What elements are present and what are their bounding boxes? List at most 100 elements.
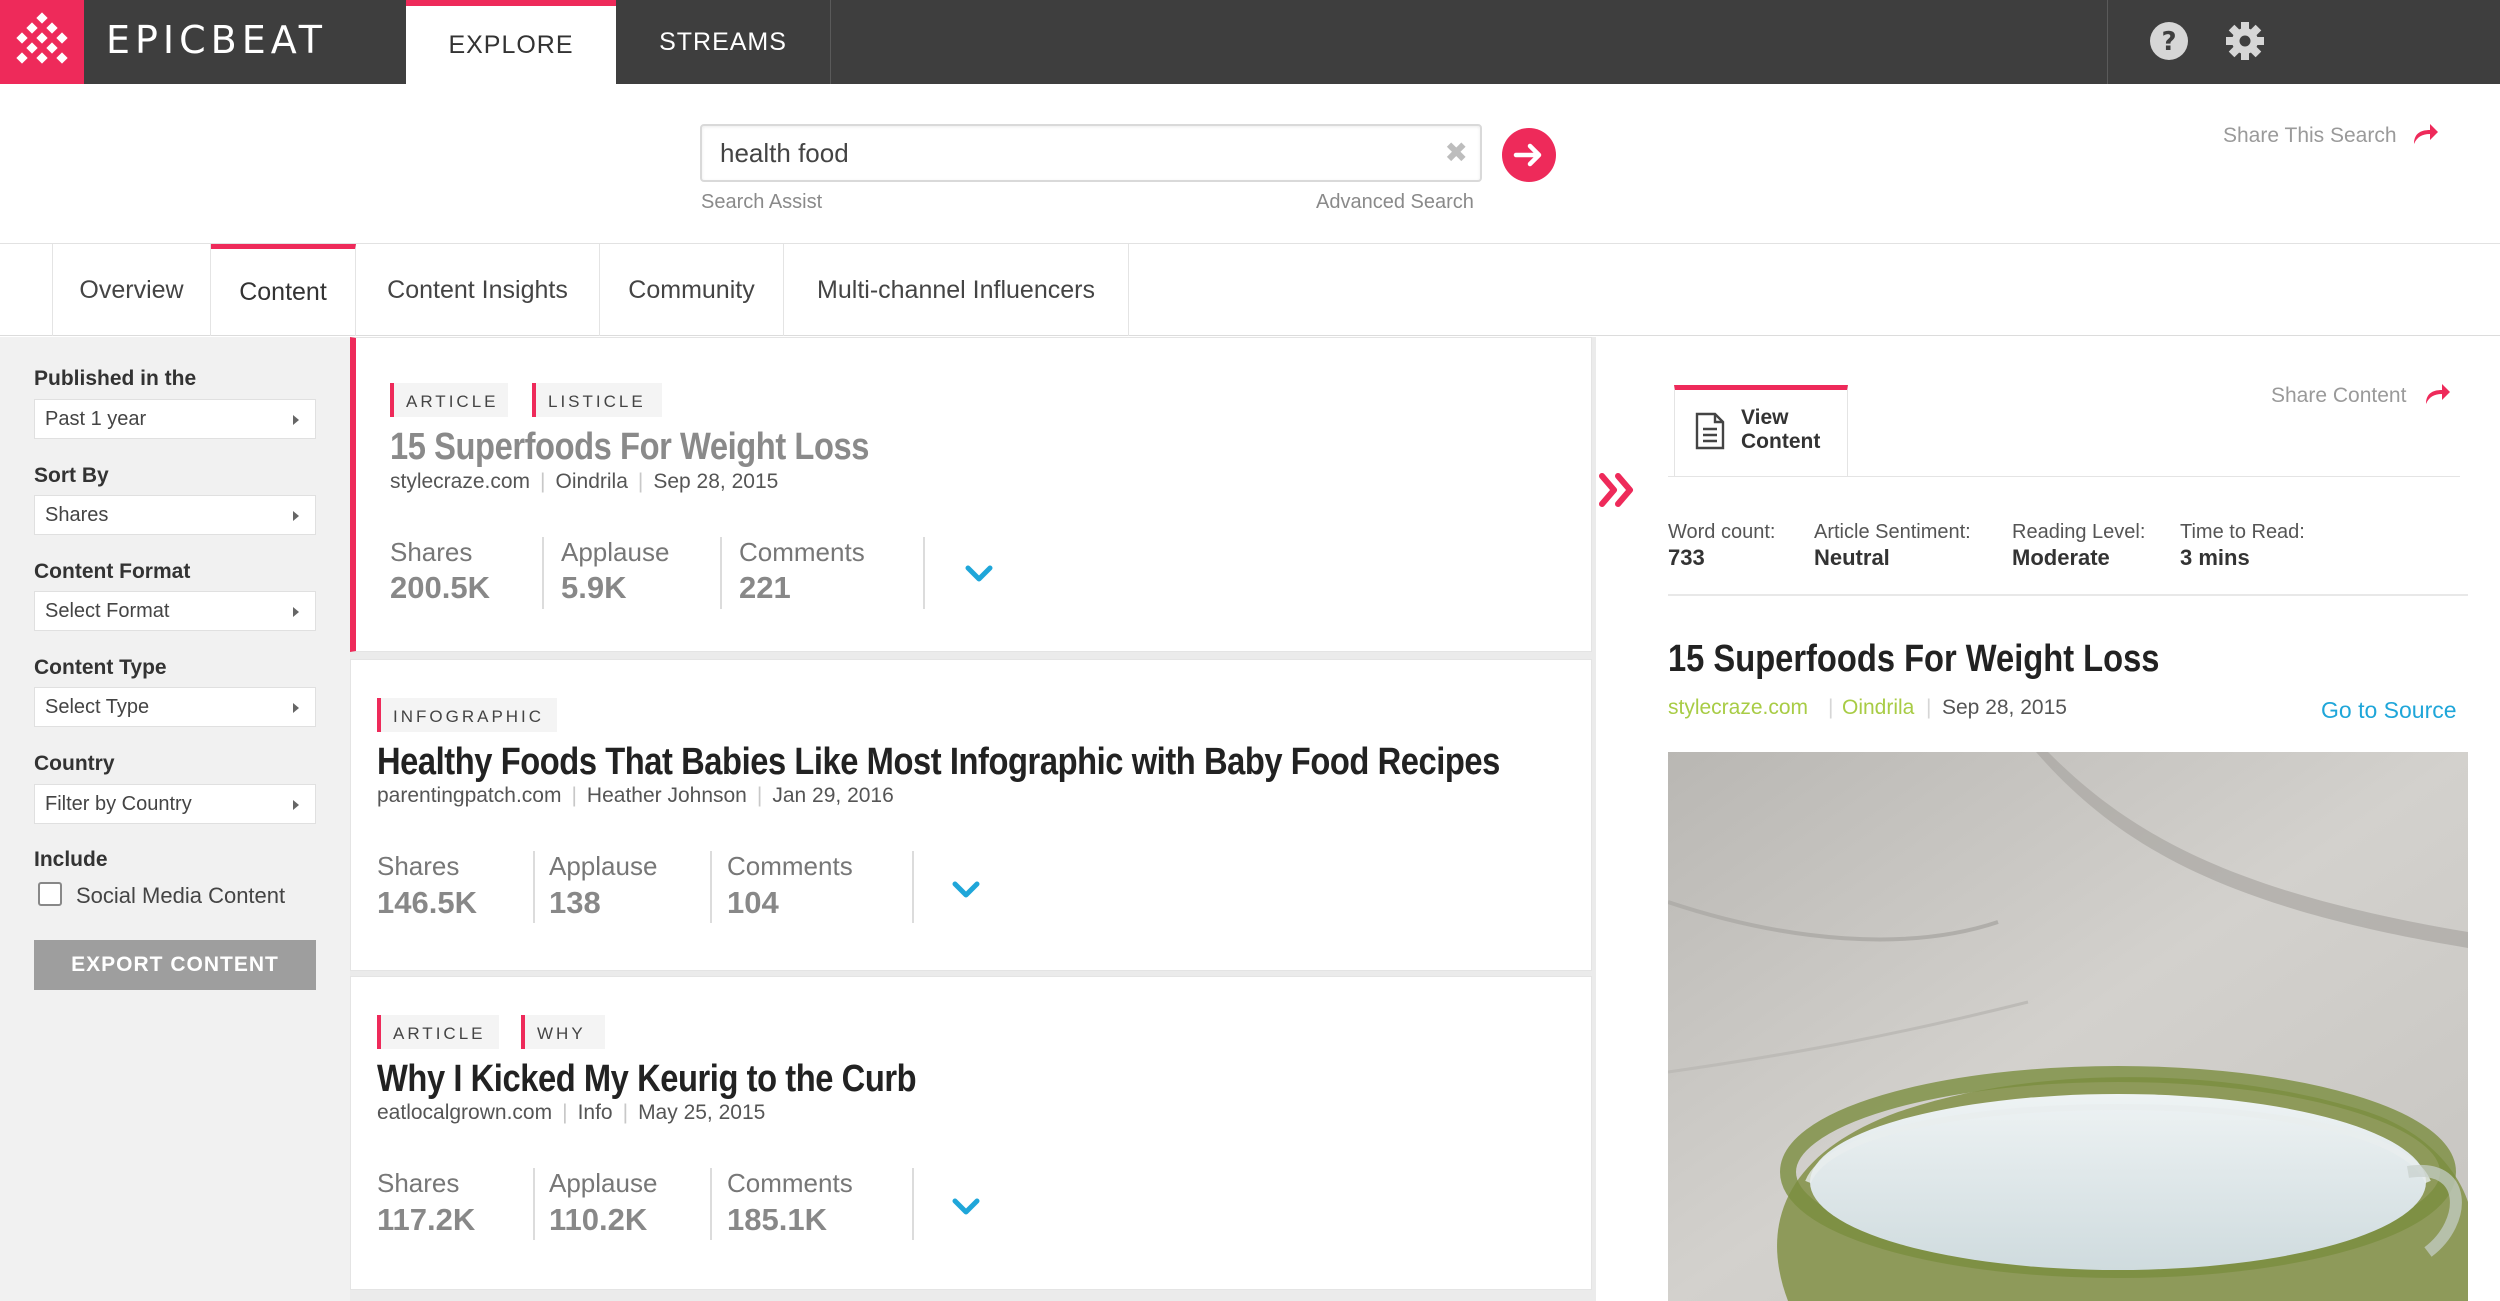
caret-right-icon	[293, 415, 299, 425]
card-date: Sep 28, 2015	[653, 470, 779, 493]
card-title[interactable]: Why I Kicked My Keurig to the Curb	[377, 1058, 917, 1101]
share-content-link[interactable]: Share Content	[2271, 384, 2406, 408]
meta-separator: |	[622, 1101, 629, 1124]
format-filter-label: Content Format	[34, 560, 191, 583]
country-filter-label: Country	[34, 752, 115, 775]
tab-community[interactable]: Community	[600, 244, 784, 336]
stat-divider	[720, 537, 722, 609]
detail-domain[interactable]: stylecraze.com	[1668, 696, 1808, 720]
search-submit-button[interactable]	[1502, 128, 1556, 182]
meta-separator: |	[637, 470, 644, 493]
metrics-divider	[1668, 594, 2468, 596]
export-content-button[interactable]: EXPORT CONTENT	[34, 940, 316, 990]
content-type-tag: INFOGRAPHIC	[377, 698, 557, 732]
filter-sidebar: Published in the Past 1 year Sort By Sha…	[0, 337, 350, 1301]
search-input[interactable]	[702, 126, 1402, 180]
card-title[interactable]: 15 Superfoods For Weight Loss	[390, 426, 869, 469]
detail-date: Sep 28, 2015	[1942, 696, 2067, 719]
help-icon[interactable]: ?	[2148, 20, 2190, 62]
published-filter-label: Published in the	[34, 367, 197, 390]
comments-label: Comments	[727, 851, 853, 881]
caret-right-icon	[293, 607, 299, 617]
detail-author[interactable]: Oindrila	[1842, 696, 1914, 720]
card-meta: parentingpatch.com | Heather Johnson | Jan 2…	[377, 784, 894, 808]
stat-divider	[912, 1168, 914, 1240]
share-search-link[interactable]: Share This Search	[2223, 124, 2397, 148]
shares-value: 200.5K	[390, 570, 490, 605]
search-area: ✖ Search Assist Advanced Search Share Th…	[0, 84, 2500, 244]
comments-value: 221	[739, 570, 791, 605]
card-meta: stylecraze.com | Oindrila | Sep 28, 2015	[390, 470, 778, 494]
applause-label: Applause	[549, 1168, 658, 1198]
card-domain: stylecraze.com	[390, 470, 531, 493]
card-meta: eatlocalgrown.com | Info | May 25, 2015	[377, 1101, 765, 1125]
content-card[interactable]: INFOGRAPHIC Healthy Foods That Babies Li…	[350, 659, 1592, 971]
reading-level-label: Reading Level:	[2012, 521, 2146, 543]
time-to-read-value: 3 mins	[2180, 545, 2250, 570]
meta-separator: |	[571, 784, 577, 807]
format-select[interactable]: Select Format	[34, 591, 316, 631]
chevron-down-icon[interactable]	[951, 880, 981, 900]
card-domain: eatlocalgrown.com	[377, 1101, 553, 1124]
meta-separator: |	[1926, 696, 1932, 719]
content-type-tag: ARTICLE	[390, 383, 508, 417]
stat-divider	[533, 851, 535, 923]
search-assist-link[interactable]: Search Assist	[701, 191, 822, 214]
tab-explore[interactable]: EXPLORE	[406, 0, 616, 84]
tab-content[interactable]: Content	[211, 244, 356, 336]
tab-underline	[1668, 476, 2460, 477]
search-box: ✖	[700, 124, 1482, 182]
sort-filter-label: Sort By	[34, 464, 109, 487]
stat-divider	[542, 537, 544, 609]
card-date: Jan 29, 2016	[772, 784, 894, 807]
share-arrow-icon[interactable]	[2410, 120, 2440, 148]
content-type-tag: LISTICLE	[532, 383, 662, 417]
social-media-checkbox-label: Social Media Content	[76, 883, 286, 908]
caret-right-icon	[293, 703, 299, 713]
top-bar-divider	[2107, 0, 2108, 84]
share-arrow-icon[interactable]	[2422, 380, 2452, 408]
sort-select-value: Shares	[45, 504, 109, 526]
app-logo-text: EPICBEAT	[106, 18, 328, 62]
content-card[interactable]: ARTICLE WHY Why I Kicked My Keurig to th…	[350, 976, 1592, 1290]
gear-icon[interactable]	[2224, 20, 2266, 62]
type-filter-label: Content Type	[34, 656, 167, 679]
tab-overview[interactable]: Overview	[53, 244, 211, 336]
svg-text:?: ?	[2161, 27, 2176, 57]
stat-divider	[710, 851, 712, 923]
card-title[interactable]: Healthy Foods That Babies Like Most Info…	[377, 741, 1500, 784]
sort-select[interactable]: Shares	[34, 495, 316, 535]
card-author: Heather Johnson	[586, 784, 747, 807]
advanced-search-link[interactable]: Advanced Search	[1316, 191, 1474, 214]
comments-value: 104	[727, 885, 779, 920]
tab-content-insights[interactable]: Content Insights	[356, 244, 600, 336]
tab-multichannel-influencers[interactable]: Multi-channel Influencers	[784, 244, 1129, 336]
social-media-checkbox[interactable]	[38, 882, 62, 906]
comments-value: 185.1K	[727, 1202, 827, 1237]
epicbeat-logo-icon[interactable]	[0, 0, 84, 84]
meta-separator: |	[562, 1101, 568, 1124]
view-content-tab[interactable]: View Content	[1674, 385, 1848, 477]
country-select[interactable]: Filter by Country	[34, 784, 316, 824]
stat-divider	[912, 851, 914, 923]
article-photo	[1668, 752, 2468, 1301]
chevron-down-icon[interactable]	[951, 1197, 981, 1217]
go-to-source-link[interactable]: Go to Source	[2321, 697, 2457, 724]
content-subtabs: Overview Content Content Insights Commun…	[0, 244, 2500, 336]
comments-label: Comments	[727, 1168, 853, 1198]
content-card[interactable]: ARTICLE LISTICLE 15 Superfoods For Weigh…	[350, 337, 1592, 652]
double-chevron-right-icon[interactable]	[1598, 470, 1642, 510]
shares-label: Shares	[377, 851, 460, 881]
format-select-value: Select Format	[45, 600, 170, 622]
content-type-tag: WHY	[521, 1015, 605, 1049]
type-select[interactable]: Select Type	[34, 687, 316, 727]
meta-separator: |	[756, 784, 763, 807]
published-select[interactable]: Past 1 year	[34, 399, 316, 439]
shares-label: Shares	[390, 537, 473, 567]
tab-streams[interactable]: STREAMS	[616, 0, 831, 84]
shares-value: 146.5K	[377, 885, 477, 920]
chevron-down-icon[interactable]	[964, 564, 994, 584]
content-results-list: ARTICLE LISTICLE 15 Superfoods For Weigh…	[350, 337, 1596, 1301]
clear-search-icon[interactable]: ✖	[1445, 138, 1468, 168]
word-count-label: Word count:	[1668, 521, 1776, 543]
